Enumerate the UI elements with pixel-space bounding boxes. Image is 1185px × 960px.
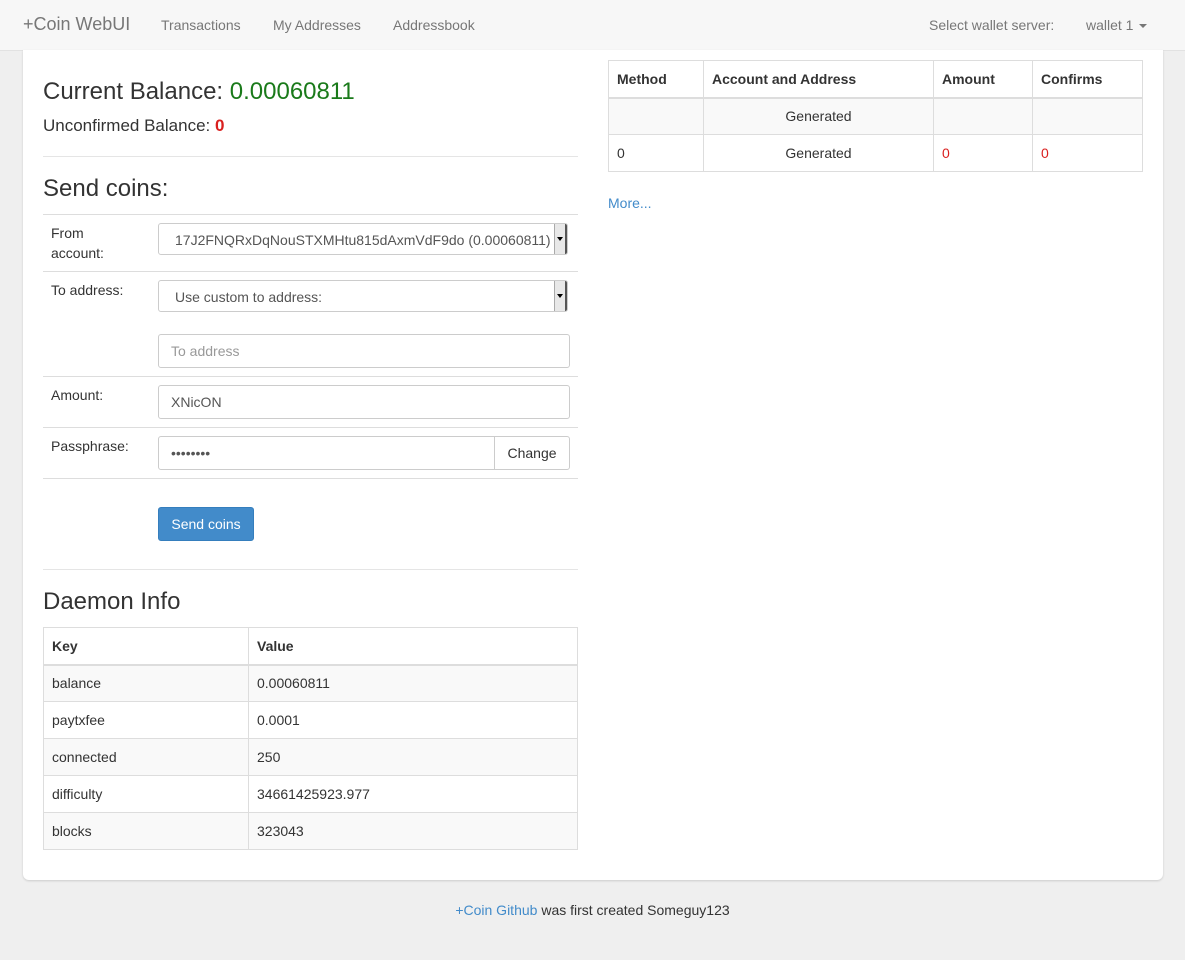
table-row: paytxfee 0.0001	[43, 701, 578, 739]
tx-method	[608, 97, 704, 135]
amount-input[interactable]	[158, 385, 570, 419]
divider	[43, 478, 578, 479]
wallet-server-label: Select wallet server:	[929, 17, 1055, 33]
amount-label: Amount:	[51, 387, 104, 403]
to-address-select-value: Use custom to address:	[175, 289, 323, 305]
daemon-key: difficulty	[43, 775, 249, 813]
table-row: difficulty 34661425923.977	[43, 775, 578, 813]
github-link[interactable]: +Coin Github	[455, 902, 537, 918]
daemon-info-heading: Daemon Info	[43, 588, 181, 615]
more-transactions-link[interactable]: More...	[608, 195, 652, 211]
current-balance-value: 0.00060811	[229, 78, 355, 105]
column-header-method: Method	[608, 60, 704, 99]
unconfirmed-balance-label: Unconfirmed Balance:	[43, 116, 211, 135]
send-coins-heading: Send coins:	[43, 175, 169, 202]
divider	[43, 569, 578, 570]
wallet-server-dropdown[interactable]: wallet 1	[1086, 17, 1148, 33]
brand-link[interactable]: +Coin WebUI	[23, 14, 130, 35]
to-address-select[interactable]: Use custom to address:	[158, 280, 568, 312]
daemon-key: balance	[43, 664, 249, 702]
daemon-key: paytxfee	[43, 701, 249, 739]
daemon-value: 250	[248, 738, 578, 776]
daemon-value: 323043	[248, 812, 578, 850]
current-balance: Current Balance: 0.00060811	[43, 78, 355, 106]
tx-confirms: 0	[1032, 134, 1143, 172]
nav-my-addresses[interactable]: My Addresses	[273, 17, 361, 33]
caret-down-icon	[1139, 24, 1148, 29]
table-row: balance 0.00060811	[43, 664, 578, 702]
tx-account: Generated	[703, 97, 934, 135]
transactions-table: Method Account and Address Amount Confir…	[608, 60, 1143, 172]
column-header-amount: Amount	[933, 60, 1033, 99]
daemon-key: blocks	[43, 812, 249, 850]
tx-amount: 0	[933, 134, 1033, 172]
to-address-label: To address:	[51, 282, 124, 298]
unconfirmed-balance: Unconfirmed Balance: 0	[43, 116, 224, 136]
tx-amount	[933, 97, 1033, 135]
tx-method: 0	[608, 134, 704, 172]
passphrase-label: Passphrase:	[51, 438, 129, 454]
column-header-key: Key	[43, 627, 249, 666]
to-address-input[interactable]	[158, 334, 570, 368]
table-row: 0 Generated 0 0	[608, 134, 1143, 172]
current-balance-label: Current Balance:	[43, 78, 224, 105]
divider	[43, 427, 578, 428]
daemon-value: 0.0001	[248, 701, 578, 739]
nav-addressbook[interactable]: Addressbook	[393, 17, 475, 33]
tx-account: Generated	[703, 134, 934, 172]
divider	[43, 271, 578, 272]
column-header-confirms: Confirms	[1032, 60, 1143, 99]
divider	[43, 156, 578, 157]
column-header-value: Value	[248, 627, 578, 666]
daemon-info-table: Key Value balance 0.00060811 paytxfee 0.00…	[43, 627, 578, 850]
table-row: Generated	[608, 97, 1143, 135]
footer: +Coin Github was first created Someguy12…	[0, 902, 1185, 918]
from-account-select[interactable]: 17J2FNQRxDqNouSTXMHtu815dAxmVdF9do (0.00…	[158, 223, 568, 255]
divider	[43, 376, 578, 377]
top-navbar: +Coin WebUI Transactions My Addresses Ad…	[0, 0, 1185, 51]
dropdown-arrow-icon	[554, 224, 567, 254]
footer-text: was first created Someguy123	[541, 902, 730, 918]
wallet-server-value: wallet 1	[1086, 17, 1134, 33]
unconfirmed-balance-value: 0	[215, 116, 225, 135]
dropdown-arrow-icon	[554, 281, 567, 311]
column-header-account: Account and Address	[703, 60, 934, 99]
change-button[interactable]: Change	[494, 436, 570, 470]
nav-transactions[interactable]: Transactions	[161, 17, 241, 33]
daemon-value: 0.00060811	[248, 664, 578, 702]
table-row: blocks 323043	[43, 812, 578, 850]
passphrase-input[interactable]	[158, 436, 495, 470]
from-account-value: 17J2FNQRxDqNouSTXMHtu815dAxmVdF9do (0.00…	[175, 232, 551, 248]
daemon-key: connected	[43, 738, 249, 776]
main-panel: Current Balance: 0.00060811 Unconfirmed …	[23, 50, 1163, 880]
send-coins-button[interactable]: Send coins	[158, 507, 254, 541]
from-account-label: From account:	[51, 225, 104, 261]
divider	[43, 214, 578, 215]
daemon-value: 34661425923.977	[248, 775, 578, 813]
tx-confirms	[1032, 97, 1143, 135]
table-row: connected 250	[43, 738, 578, 776]
